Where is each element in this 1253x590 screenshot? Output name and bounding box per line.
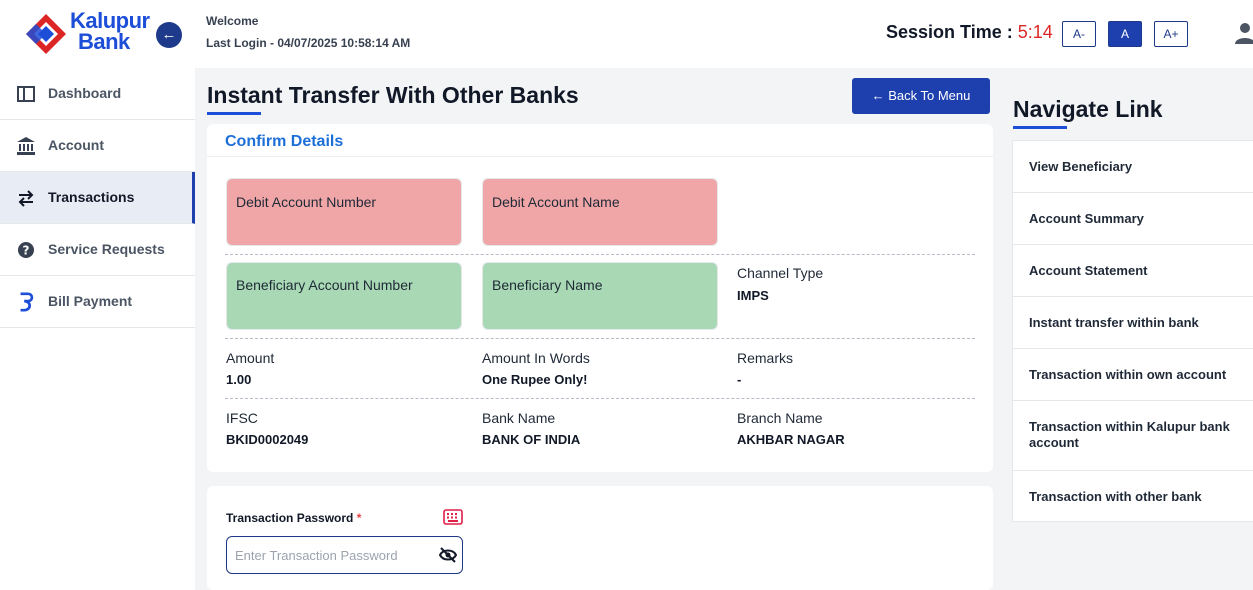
divider [225, 338, 975, 339]
nav-link-label: Transaction within own account [1029, 367, 1227, 382]
sidebar-item-label: Account [48, 137, 104, 153]
session-label: Session Time : [886, 22, 1018, 42]
sidebar-item-service-requests[interactable]: ? Service Requests [0, 224, 195, 276]
transfer-icon [18, 190, 34, 207]
logo-line-2: Bank [78, 29, 130, 54]
nav-link-account-summary[interactable]: Account Summary [1013, 193, 1253, 245]
nav-link-label: Transaction with other bank [1029, 489, 1202, 504]
nav-link-label: Instant transfer within bank [1029, 315, 1199, 330]
kalupur-logo-icon [26, 14, 66, 54]
transaction-password-input[interactable] [226, 536, 463, 574]
help-icon: ? [18, 242, 34, 258]
ifsc-label: IFSC [226, 410, 258, 426]
beneficiary-name-label: Beneficiary Name [492, 277, 603, 293]
last-login-text: Last Login - 04/07/2025 10:58:14 AM [206, 36, 411, 50]
divider [225, 254, 975, 255]
nav-link-account-statement[interactable]: Account Statement [1013, 245, 1253, 297]
sidebar-item-transactions[interactable]: Transactions [0, 172, 195, 224]
sidebar: Dashboard Account Transactions ? Service… [0, 68, 195, 590]
eye-off-icon[interactable] [439, 546, 457, 564]
debit-account-name-label: Debit Account Name [492, 194, 620, 210]
channel-type-value: IMPS [737, 288, 769, 303]
dashboard-icon [17, 86, 35, 102]
sidebar-item-label: Dashboard [48, 85, 122, 101]
beneficiary-account-number-box: Beneficiary Account Number [226, 262, 462, 330]
bill-icon [20, 292, 34, 312]
password-label-text: Transaction Password [226, 511, 354, 525]
page-title: Instant Transfer With Other Banks [207, 82, 579, 108]
branch-name-label: Branch Name [737, 410, 823, 426]
nav-link-label: View Beneficiary [1029, 159, 1133, 174]
logo-text: Kalupur Bank [70, 8, 150, 54]
svg-text:?: ? [23, 244, 30, 258]
card-title: Confirm Details [225, 133, 344, 150]
amount-in-words-value: One Rupee Only! [482, 372, 588, 387]
debit-account-number-label: Debit Account Number [236, 194, 377, 210]
remarks-label: Remarks [737, 350, 794, 366]
nav-link-transaction-with-other-bank[interactable]: Transaction with other bank [1013, 471, 1253, 523]
nav-link-label: Account Statement [1029, 263, 1148, 278]
divider [207, 156, 993, 157]
sidebar-item-label: Service Requests [48, 241, 165, 257]
nav-link-transaction-within-own-account[interactable]: Transaction within own account [1013, 349, 1253, 401]
font-increase-button[interactable]: A+ [1154, 21, 1188, 47]
session-timer: Session Time : 5:14 [886, 22, 1053, 43]
navigate-link-title: Navigate Link [1013, 96, 1163, 122]
bank-name-label: Bank Name [482, 410, 556, 426]
title-underline [207, 112, 261, 115]
navigate-link-panel: View Beneficiary Account Summary Account… [1012, 140, 1253, 522]
remarks-value: - [737, 372, 742, 387]
font-decrease-button[interactable]: A- [1062, 21, 1096, 47]
nav-link-transaction-within-kalupur-bank-account[interactable]: Transaction within Kalupur bank account [1013, 401, 1253, 471]
bank-icon [17, 137, 35, 155]
back-to-menu-button[interactable]: ← Back To Menu [852, 78, 990, 114]
branch-name-value: AKHBAR NAGAR [737, 432, 845, 447]
nav-link-instant-transfer-within-bank[interactable]: Instant transfer within bank [1013, 297, 1253, 349]
sidebar-item-label: Bill Payment [48, 293, 133, 309]
required-mark: * [356, 511, 362, 525]
virtual-keyboard-icon[interactable] [443, 509, 463, 525]
nav-link-label: Account Summary [1029, 211, 1144, 226]
welcome-text: Welcome [206, 14, 259, 28]
sidebar-item-account[interactable]: Account [0, 120, 195, 172]
transaction-password-label: Transaction Password * [226, 511, 361, 525]
beneficiary-name-box: Beneficiary Name [482, 262, 718, 330]
nav-link-label: Transaction within Kalupur bank account [1029, 419, 1230, 450]
nav-link-view-beneficiary[interactable]: View Beneficiary [1013, 141, 1253, 193]
font-default-button[interactable]: A [1108, 21, 1142, 47]
ifsc-value: BKID0002049 [226, 432, 309, 447]
amount-label: Amount [226, 350, 275, 366]
beneficiary-account-number-label: Beneficiary Account Number [236, 277, 413, 293]
bank-name-value: BANK OF INDIA [482, 432, 581, 447]
debit-account-name-box: Debit Account Name [482, 178, 718, 246]
amount-value: 1.00 [226, 372, 252, 387]
session-time-value: 5:14 [1017, 22, 1053, 42]
header: Kalupur Bank ← Welcome Last Login - 04/0… [0, 0, 1253, 68]
user-profile-icon[interactable] [1234, 22, 1253, 46]
title-underline [1013, 126, 1067, 129]
logo-line-1: Kalupur [70, 8, 150, 33]
sidebar-item-dashboard[interactable]: Dashboard [0, 68, 195, 120]
sidebar-item-label: Transactions [48, 189, 135, 205]
collapse-sidebar-button[interactable]: ← [156, 22, 182, 48]
amount-in-words-label: Amount In Words [482, 350, 590, 366]
transaction-password-card: Transaction Password * [207, 486, 993, 590]
divider [225, 398, 975, 399]
confirm-details-card: Confirm Details Debit Account Number Deb… [207, 124, 993, 472]
debit-account-number-box: Debit Account Number [226, 178, 462, 246]
sidebar-item-bill-payment[interactable]: Bill Payment [0, 276, 195, 328]
channel-type-label: Channel Type [737, 265, 824, 281]
arrow-left-icon: ← [161, 26, 177, 43]
